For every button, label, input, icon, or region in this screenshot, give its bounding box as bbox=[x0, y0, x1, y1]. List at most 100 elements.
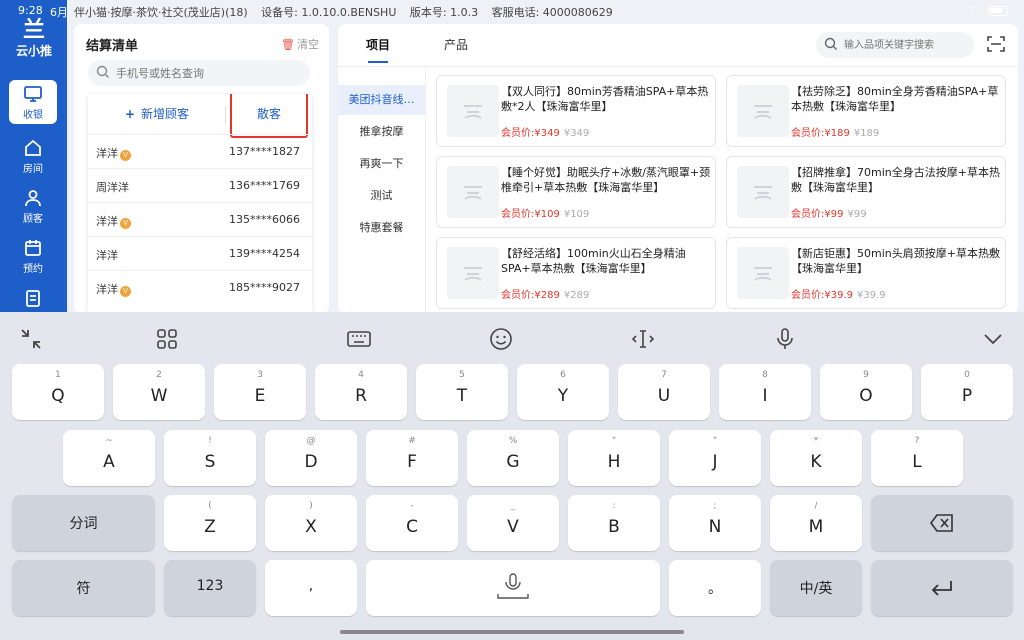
product-card[interactable]: 【招牌推拿】70min全身古法按摩+草本热敷【珠海富华里】 会员价:¥99 ¥99 bbox=[726, 156, 1006, 228]
category-item[interactable]: 测试 bbox=[338, 181, 425, 211]
wifi-icon: ⌔ bbox=[966, 3, 978, 17]
category-item[interactable]: 特惠套餐 bbox=[338, 213, 425, 243]
product-card[interactable]: 【新店钜惠】50min头肩颈按摩+草本热敷【珠海富华里】 会员价:¥39.9 ¥3… bbox=[726, 237, 1006, 309]
enter-key[interactable] bbox=[871, 560, 1013, 616]
key-a[interactable]: ~ A bbox=[63, 430, 155, 486]
product-placeholder-icon bbox=[447, 247, 499, 299]
product-card[interactable]: 【睡个好觉】助眠头疗+冰敷/蒸汽眼罩+颈椎牵引+草本热敷【珠海富华里】 会员价:… bbox=[436, 156, 716, 228]
key-x[interactable]: ) X bbox=[265, 495, 357, 551]
key-hint: / bbox=[814, 501, 818, 511]
customer-row[interactable]: 洋洋 139****4254 bbox=[88, 236, 312, 270]
key-hint: 4 bbox=[358, 370, 364, 380]
key-e[interactable]: 3E bbox=[214, 364, 306, 420]
home-indicator[interactable] bbox=[340, 630, 684, 634]
key-s[interactable]: ! S bbox=[164, 430, 256, 486]
key-z[interactable]: (Z bbox=[164, 495, 256, 551]
space-key[interactable] bbox=[366, 560, 660, 616]
symbol-key[interactable]: 符 bbox=[12, 560, 155, 616]
walkin-customer-button[interactable]: 散客 bbox=[230, 94, 308, 138]
key-v[interactable]: _ V bbox=[467, 495, 559, 551]
key-q[interactable]: 1Q bbox=[12, 364, 104, 420]
sidebar-item-cashier[interactable]: 收银 bbox=[9, 80, 57, 124]
key-u[interactable]: 7U bbox=[618, 364, 710, 420]
collapse-arrows-icon[interactable] bbox=[18, 326, 44, 352]
chevron-down-icon[interactable] bbox=[980, 326, 1006, 352]
backspace-key[interactable] bbox=[871, 495, 1013, 551]
product-price: 会员价:¥189 ¥189 bbox=[791, 124, 879, 139]
comma-key[interactable]: , bbox=[265, 560, 357, 616]
customer-row[interactable]: 洋洋 V 137****1827 bbox=[88, 134, 312, 168]
key-c[interactable]: -C bbox=[366, 495, 458, 551]
product-name: 【新店钜惠】50min头肩颈按摩+草本热敷【珠海富华里】 bbox=[791, 247, 1000, 275]
sidebar-item-customers[interactable]: 顾客 bbox=[9, 184, 57, 228]
sidebar-item-booking[interactable]: 预约 bbox=[9, 234, 57, 278]
key-t[interactable]: 5T bbox=[416, 364, 508, 420]
segment-key[interactable]: 分词 bbox=[12, 495, 155, 551]
key-hint: ) bbox=[309, 501, 313, 511]
category-item[interactable]: 推拿按摩 bbox=[338, 117, 425, 147]
customer-search-input[interactable] bbox=[116, 63, 296, 83]
key-label: P bbox=[961, 386, 973, 406]
customer-row[interactable]: 洋洋 V 135****6066 bbox=[88, 202, 312, 236]
key-w[interactable]: 2W bbox=[113, 364, 205, 420]
category-item[interactable]: 美团抖音线… bbox=[338, 85, 425, 115]
customer-phone: 135****6066 bbox=[229, 213, 300, 226]
member-price: ¥39.9 bbox=[824, 290, 854, 301]
product-card[interactable]: 【双人同行】80min芳香精油SPA+草本热敷*2人【珠海富华里】 会员价:¥3… bbox=[436, 75, 716, 147]
customer-row[interactable]: 洋洋 V 185****9027 bbox=[88, 270, 312, 304]
key-r[interactable]: 4R bbox=[315, 364, 407, 420]
scan-icon[interactable] bbox=[986, 34, 1006, 54]
key-g[interactable]: % G bbox=[467, 430, 559, 486]
tab-services[interactable]: 项目 bbox=[366, 36, 390, 63]
key-p[interactable]: 0P bbox=[921, 364, 1013, 420]
key-m[interactable]: / M bbox=[770, 495, 862, 551]
key-label: Q bbox=[51, 386, 65, 406]
key-label: K bbox=[810, 452, 822, 472]
key-label: X bbox=[305, 517, 317, 537]
key-f[interactable]: # F bbox=[366, 430, 458, 486]
product-card[interactable]: 【舒经活络】100min火山石全身精油SPA+草本热敷【珠海富华里】 会员价:¥… bbox=[436, 237, 716, 309]
key-b[interactable]: :B bbox=[568, 495, 660, 551]
microphone-icon[interactable] bbox=[772, 326, 798, 352]
key-j[interactable]: " J bbox=[669, 430, 761, 486]
language-key[interactable]: 中/英 bbox=[770, 560, 862, 616]
key-hint: ~ bbox=[105, 436, 113, 446]
key-y[interactable]: 6Y bbox=[517, 364, 609, 420]
customer-row[interactable]: 周洋洋 136****1769 bbox=[88, 168, 312, 202]
key-k[interactable]: * K bbox=[770, 430, 862, 486]
sidebar-item-label: 预约 bbox=[23, 264, 43, 275]
key-label: V bbox=[507, 517, 519, 537]
key-l[interactable]: ? L bbox=[871, 430, 963, 486]
customer-search bbox=[88, 60, 310, 86]
grid-icon[interactable] bbox=[154, 326, 180, 352]
key-n[interactable]: ; N bbox=[669, 495, 761, 551]
key-h[interactable]: " H bbox=[568, 430, 660, 486]
product-price: 会员价:¥349 ¥349 bbox=[501, 124, 589, 139]
product-card[interactable]: 【祛劳除乏】80min全身芳香精油SPA+草本热敷【珠海富华里】 会员价:¥18… bbox=[726, 75, 1006, 147]
tab-products[interactable]: 产品 bbox=[444, 36, 468, 53]
product-price: 会员价:¥289 ¥289 bbox=[501, 286, 589, 301]
add-customer-button[interactable]: + 新增顾客 bbox=[88, 94, 226, 134]
product-search-input[interactable] bbox=[844, 35, 968, 55]
category-item[interactable]: 再爽一下 bbox=[338, 149, 425, 179]
product-placeholder-icon bbox=[447, 166, 499, 218]
customer-list: + 新增顾客 散客 洋洋 V 137****1827 周洋洋 136****1769… bbox=[88, 94, 312, 316]
keyboard-icon[interactable] bbox=[346, 326, 372, 352]
customer-phone: 137****1827 bbox=[229, 145, 300, 158]
key-d[interactable]: @ D bbox=[265, 430, 357, 486]
key-label: 123 bbox=[196, 578, 224, 594]
period-key[interactable]: 。 bbox=[669, 560, 761, 616]
clear-button[interactable]: 🗑 清空 bbox=[281, 36, 319, 52]
emoji-icon[interactable] bbox=[488, 326, 514, 352]
number-key[interactable]: 123 bbox=[164, 560, 256, 616]
text-cursor-icon[interactable] bbox=[630, 326, 656, 352]
key-i[interactable]: 8I bbox=[719, 364, 811, 420]
key-label: G bbox=[506, 452, 520, 472]
key-hint: - bbox=[410, 501, 414, 511]
sidebar-item-orders[interactable] bbox=[9, 284, 57, 312]
add-customer-label: 新增顾客 bbox=[141, 107, 190, 121]
sidebar-item-label: 收银 bbox=[23, 110, 43, 121]
sidebar-item-rooms[interactable]: 房间 bbox=[9, 134, 57, 178]
key-o[interactable]: 9O bbox=[820, 364, 912, 420]
product-placeholder-icon bbox=[447, 85, 499, 137]
